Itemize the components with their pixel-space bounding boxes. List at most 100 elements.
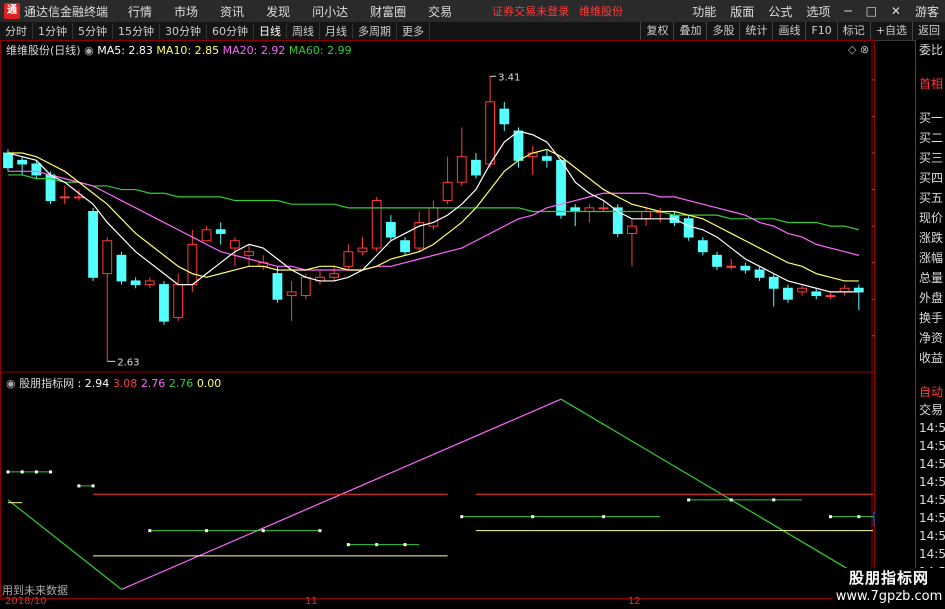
sub-indicator-dot [91, 484, 95, 488]
side-panel-item: 换手 [919, 311, 944, 325]
candle-body [683, 218, 694, 238]
toolbar-button[interactable]: F10 [805, 22, 836, 40]
toolbar-button[interactable]: 画线 [772, 22, 805, 40]
toolbar-button[interactable]: 复权 [640, 22, 673, 40]
toolbar-button[interactable]: 叠加 [673, 22, 706, 40]
candle-body [783, 287, 793, 300]
candle-body [244, 251, 254, 256]
side-panel-time: 自动 [919, 385, 944, 399]
candle-body [712, 254, 722, 267]
period-tab[interactable]: 周线 [287, 23, 320, 39]
menu-item[interactable]: 市场 [174, 5, 198, 19]
date-tick: 2018/10 [5, 596, 47, 607]
menu-item[interactable]: 交易 [428, 5, 452, 19]
minimize-icon[interactable]: ─ [844, 4, 851, 18]
side-panel-item: 收益 [919, 351, 944, 365]
sub-legend: ◉ 股朋指标网 : 2.94 3.08 2.76 2.76 0.00 [6, 375, 221, 391]
sub-indicator-dot [34, 470, 38, 474]
sub-indicator-line [7, 499, 122, 590]
kline-chart[interactable]: 3.403.303.203.103.002.902.802.703.403.30… [0, 40, 945, 600]
side-panel-item: 买一 [919, 111, 944, 125]
menu-item[interactable]: 行情 [128, 5, 152, 19]
candle-body [740, 265, 751, 271]
candle-body [726, 265, 737, 268]
login-status[interactable]: 证券交易未登录 [492, 3, 569, 19]
stock-title: 维维股份 [579, 5, 624, 18]
period-tab[interactable]: 15分钟 [113, 23, 160, 39]
sub-indicator-dot [403, 543, 407, 547]
menu-function[interactable]: 功能 [692, 3, 716, 20]
candle-body [329, 273, 340, 278]
app-logo-icon: 通 [4, 3, 20, 19]
chart-controls[interactable]: ◇ ⊗ [848, 43, 869, 56]
period-tab[interactable]: 更多 [397, 23, 430, 39]
candle-body [385, 221, 396, 238]
menu-item[interactable]: 发现 [266, 5, 290, 19]
period-tab[interactable]: 1分钟 [33, 23, 73, 39]
period-tab[interactable]: 分时 [0, 23, 33, 39]
candle-body [59, 196, 70, 199]
candle-body [31, 163, 42, 176]
menu-layout[interactable]: 版面 [730, 3, 754, 20]
current-value-box [873, 511, 903, 526]
side-panel-item: 净资 [919, 331, 944, 345]
restore-icon[interactable]: □ [866, 4, 877, 18]
candle-body [825, 295, 836, 298]
sub-indicator-dot [77, 484, 81, 488]
candle-body [201, 229, 212, 242]
chart-frame [0, 40, 875, 599]
side-panel-time: 14:5 [919, 493, 945, 507]
date-tick: 12 [628, 596, 641, 607]
sub-indicator-dot [460, 515, 464, 519]
side-panel-time: 14:5 [919, 529, 945, 543]
candle-body [811, 291, 822, 297]
sub-indicator-dot [346, 543, 350, 547]
sub-indicator-dot [729, 498, 733, 502]
menu-item[interactable]: 问小达 [312, 5, 348, 19]
period-tab[interactable]: 日线 [254, 23, 287, 39]
user-label[interactable]: 游客 [915, 3, 939, 20]
candle-body [187, 243, 198, 286]
toolbar-button[interactable]: 返回 [912, 22, 945, 40]
sub-settings-icon[interactable]: ◉ [6, 377, 19, 390]
settings-icon[interactable]: ◉ [84, 44, 97, 57]
sub-indicator-dot [148, 529, 152, 533]
side-panel-item: 现价 [919, 211, 944, 225]
period-tab[interactable]: 30分钟 [160, 23, 207, 39]
candle-body [641, 211, 652, 220]
sub-indicator-dot [857, 515, 861, 519]
sub-indicator-dot [772, 498, 776, 502]
candle-body [144, 280, 155, 286]
menu-formula[interactable]: 公式 [768, 3, 792, 20]
sub-indicator-dot [20, 470, 24, 474]
sub-v3: 2.76 [140, 377, 166, 390]
close-icon[interactable]: ✕ [891, 4, 901, 18]
candle-body [598, 207, 609, 210]
sub-indicator-dot [261, 529, 265, 533]
toolbar-button[interactable]: 标记 [836, 22, 870, 40]
sub-indicator-dot [531, 515, 535, 519]
date-tick: 11 [305, 596, 318, 607]
candle-body [541, 156, 552, 161]
period-tab[interactable]: 月线 [320, 23, 353, 39]
toolbar-button[interactable]: 统计 [739, 22, 772, 40]
low-price-label: 2.63 [117, 357, 139, 368]
sub-indicator-dot [6, 470, 10, 474]
chart-area[interactable]: 3.403.303.203.103.002.902.802.703.403.30… [0, 40, 945, 600]
sub-indicator-line [560, 398, 874, 585]
toolbar-button[interactable]: +自选 [869, 22, 912, 40]
period-tab[interactable]: 多周期 [353, 23, 397, 39]
side-panel-time: 14:5 [919, 475, 945, 489]
menu-item[interactable]: 财富圈 [370, 5, 406, 19]
toolbar-button[interactable]: 多股 [706, 22, 739, 40]
menu-options[interactable]: 选项 [806, 3, 830, 20]
side-panel-time: 交易 [919, 403, 944, 417]
sub-indicator-name: 股朋指标网 [19, 377, 75, 390]
sub-indicator-dot [602, 515, 606, 519]
menu-item[interactable]: 资讯 [220, 5, 244, 19]
candle-body [357, 247, 368, 253]
period-tab[interactable]: 60分钟 [207, 23, 254, 39]
candle-body [499, 108, 510, 125]
period-tab[interactable]: 5分钟 [73, 23, 113, 39]
quote-side-panel: 委比 首相 买一 买二 买三 买四 买五 现价 涨跌 涨幅 总量 外盘 换手 净资 收益 自动 交易 14:5 1… [915, 40, 945, 600]
